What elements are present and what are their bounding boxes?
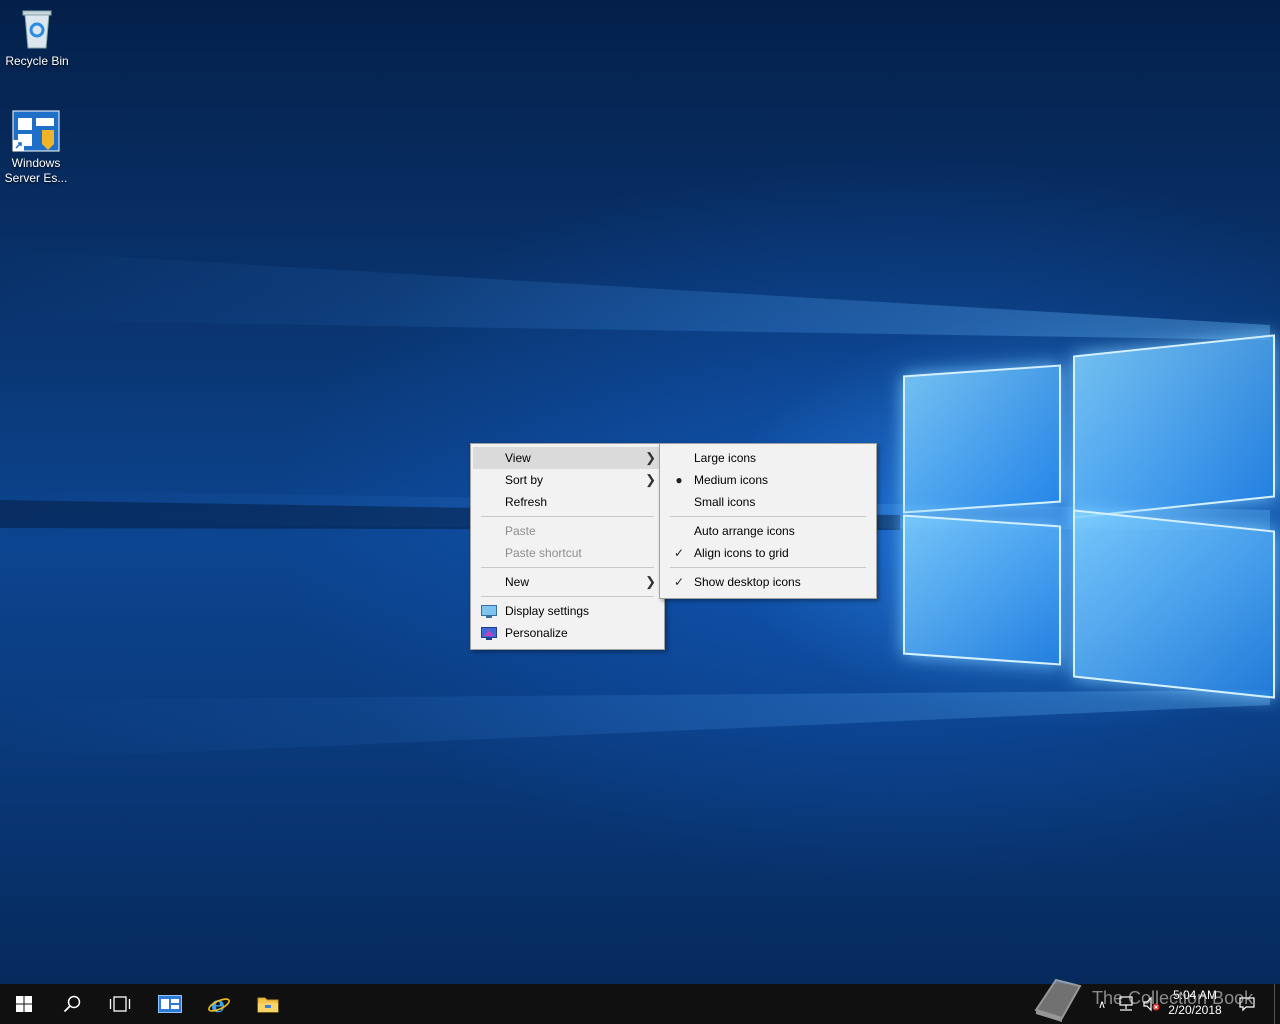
view-submenu: Large icons ● Medium icons Small icons A… xyxy=(659,443,877,599)
submenu-item-medium-icons[interactable]: ● Medium icons xyxy=(662,469,874,491)
menu-separator xyxy=(481,516,654,517)
checkmark-icon: ✓ xyxy=(673,546,685,560)
menu-item-paste[interactable]: Paste xyxy=(473,520,662,542)
menu-item-sort-by-label: Sort by xyxy=(505,473,544,487)
menu-separator xyxy=(670,567,866,568)
menu-item-new[interactable]: New ❯ xyxy=(473,571,662,593)
watermark-text: The Collection Book xyxy=(1092,988,1254,1008)
display-icon xyxy=(481,604,497,618)
submenu-item-show-desktop-icons-label: Show desktop icons xyxy=(694,575,801,589)
start-icon xyxy=(16,996,32,1012)
submenu-item-align-to-grid-label: Align icons to grid xyxy=(694,546,789,560)
windows-logo-pane-bottom-right xyxy=(1073,509,1275,699)
watermark: The Collection Book xyxy=(1030,974,1270,1024)
server-essentials-shortcut[interactable]: Windows Server Es... xyxy=(0,108,72,186)
file-explorer-button[interactable] xyxy=(244,984,292,1024)
submenu-item-align-to-grid[interactable]: ✓ Align icons to grid xyxy=(662,542,874,564)
server-manager-icon xyxy=(158,995,182,1013)
submenu-item-show-desktop-icons[interactable]: ✓ Show desktop icons xyxy=(662,571,874,593)
windows-logo-pane-top-left xyxy=(903,364,1061,514)
task-view-button[interactable] xyxy=(96,984,144,1024)
menu-item-sort-by[interactable]: Sort by ❯ xyxy=(473,469,662,491)
submenu-item-large-icons[interactable]: Large icons xyxy=(662,447,874,469)
internet-explorer-icon: e xyxy=(208,992,230,1016)
menu-item-view-label: View xyxy=(505,451,531,465)
menu-item-paste-label: Paste xyxy=(505,524,536,538)
desktop-context-menu: View ❯ Sort by ❯ Refresh Paste Paste sho… xyxy=(470,443,665,650)
chevron-right-icon: ❯ xyxy=(645,450,656,465)
menu-item-paste-shortcut[interactable]: Paste shortcut xyxy=(473,542,662,564)
task-view-icon xyxy=(109,996,131,1012)
submenu-item-medium-icons-label: Medium icons xyxy=(694,473,769,487)
chevron-right-icon: ❯ xyxy=(645,574,656,589)
file-explorer-icon xyxy=(257,997,279,1013)
recycle-bin-label: Recycle Bin xyxy=(5,54,69,68)
internet-explorer-button[interactable]: e xyxy=(195,984,243,1024)
menu-item-display-settings[interactable]: Display settings xyxy=(473,600,662,622)
menu-item-paste-shortcut-label: Paste shortcut xyxy=(505,546,582,560)
menu-item-refresh[interactable]: Refresh xyxy=(473,491,662,513)
menu-item-view[interactable]: View ❯ xyxy=(473,447,662,469)
submenu-item-auto-arrange[interactable]: Auto arrange icons xyxy=(662,520,874,542)
chevron-right-icon: ❯ xyxy=(645,472,656,487)
menu-item-refresh-label: Refresh xyxy=(505,495,548,509)
server-manager-button[interactable] xyxy=(146,984,194,1024)
menu-item-personalize-label: Personalize xyxy=(505,626,568,640)
server-essentials-icon xyxy=(12,108,60,152)
menu-item-new-label: New xyxy=(505,575,530,589)
menu-item-display-settings-label: Display settings xyxy=(505,604,590,618)
show-desktop-button[interactable] xyxy=(1274,984,1280,1024)
submenu-item-small-icons[interactable]: Small icons xyxy=(662,491,874,513)
menu-item-personalize[interactable]: Personalize xyxy=(473,622,662,644)
windows-logo-pane-top-right xyxy=(1073,334,1275,519)
submenu-item-small-icons-label: Small icons xyxy=(694,495,756,509)
menu-separator xyxy=(481,596,654,597)
submenu-item-large-icons-label: Large icons xyxy=(694,451,757,465)
search-icon xyxy=(63,995,81,1013)
menu-separator xyxy=(670,516,866,517)
submenu-item-auto-arrange-label: Auto arrange icons xyxy=(694,524,795,538)
personalize-icon xyxy=(481,626,497,640)
checkmark-icon: ✓ xyxy=(673,575,685,589)
server-essentials-label: Windows Server Es... xyxy=(4,156,68,185)
book-icon xyxy=(1034,978,1082,1022)
recycle-bin-icon xyxy=(13,6,61,50)
bullet-icon: ● xyxy=(675,473,683,487)
recycle-bin-shortcut[interactable]: Recycle Bin xyxy=(1,6,73,69)
search-button[interactable] xyxy=(48,984,96,1024)
menu-separator xyxy=(481,567,654,568)
windows-logo-pane-bottom-left xyxy=(903,514,1061,666)
start-button[interactable] xyxy=(0,984,48,1024)
